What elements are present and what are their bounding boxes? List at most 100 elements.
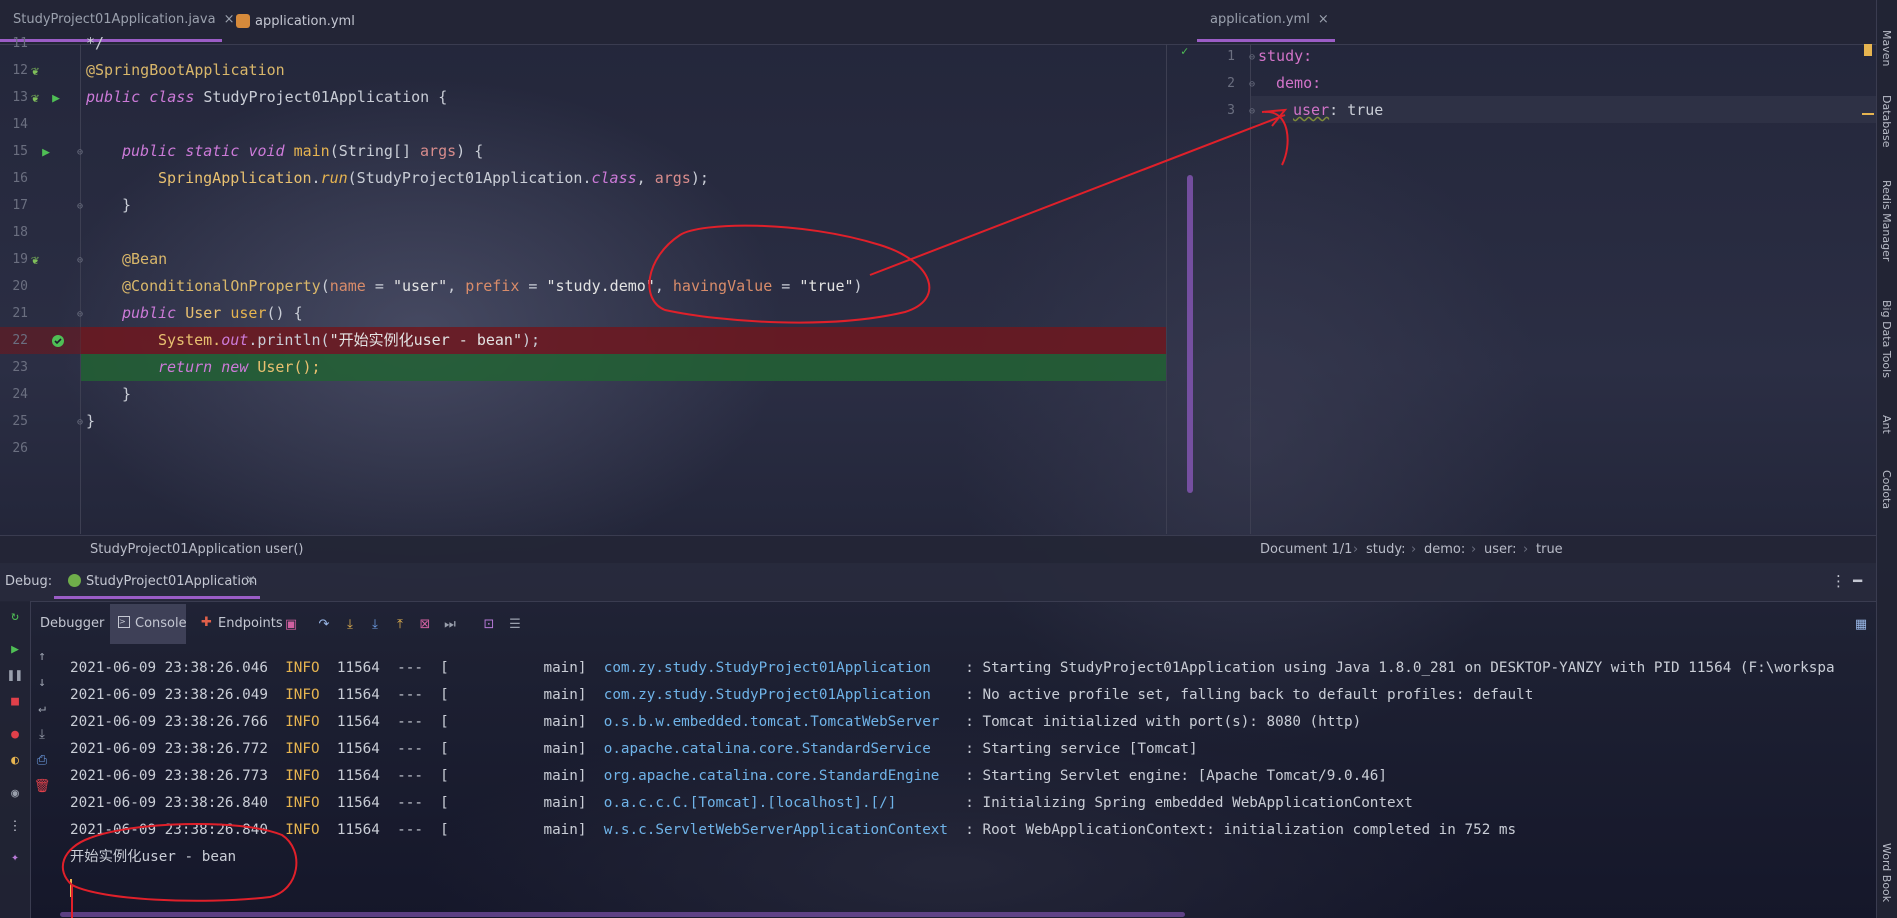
tab-console[interactable]: > Console	[110, 604, 187, 644]
spring-bean-icon[interactable]: ❦	[27, 90, 43, 106]
breadcrumb-yaml-key[interactable]: demo:	[1424, 542, 1465, 557]
line-number: 17	[12, 198, 28, 213]
breadcrumb-class[interactable]: StudyProject01Application	[90, 542, 261, 557]
line-number: 25	[12, 414, 28, 429]
line-number: 14	[12, 117, 28, 132]
debug-session-label: StudyProject01Application	[86, 574, 258, 589]
line-number: 16	[12, 171, 28, 186]
line-number: 26	[12, 441, 28, 456]
yaml-line-3: user: true	[1293, 101, 1384, 119]
tab-yaml-right[interactable]: application.yml ×	[1197, 0, 1335, 42]
breakpoint-verified-icon[interactable]	[50, 333, 66, 349]
code-line-24: }	[122, 385, 132, 403]
tool-database[interactable]: Database	[1880, 95, 1893, 148]
close-icon[interactable]: ×	[1318, 12, 1329, 27]
log-pid: 11564	[336, 768, 380, 784]
line-number: 19	[12, 252, 28, 267]
breadcrumb-yaml-key[interactable]: study:	[1366, 542, 1406, 557]
log-pid: 11564	[336, 660, 380, 676]
fold-icon[interactable]: ⊖	[72, 144, 88, 160]
log-pid: 11564	[336, 822, 380, 838]
console-output[interactable]: 2021-06-09 23:38:26.046 INFO 11564 --- […	[0, 655, 1876, 918]
log-level: INFO	[285, 660, 320, 676]
tool-big-data-tools[interactable]: Big Data Tools	[1880, 300, 1893, 378]
code-line-13: public class StudyProject01Application {	[86, 88, 448, 106]
log-pid: 11564	[336, 687, 380, 703]
fold-icon[interactable]: ⊖	[1244, 76, 1260, 92]
minimize-icon[interactable]: ━	[1853, 572, 1862, 590]
step-over-icon[interactable]: ↷	[316, 616, 332, 632]
fold-icon[interactable]: ⊖	[72, 306, 88, 322]
tool-maven[interactable]: Maven	[1880, 30, 1893, 66]
fold-icon[interactable]: ⊖	[72, 198, 88, 214]
line-number: 3	[1227, 103, 1235, 118]
more-options-icon[interactable]: ⋮	[1831, 572, 1846, 590]
tab-label: Console	[135, 616, 187, 631]
step-out-icon[interactable]: ⤒	[392, 616, 408, 632]
drop-frame-icon[interactable]: ⊠	[417, 616, 433, 632]
log-timestamp: 2021-06-09 23:38:26.773	[70, 768, 268, 784]
tab-label: application.yml	[255, 13, 355, 29]
breadcrumb-document[interactable]: Document 1/1	[1260, 542, 1352, 557]
spring-bean-icon[interactable]: ❦	[27, 252, 43, 268]
breadcrumb-yaml-key[interactable]: user:	[1484, 542, 1517, 557]
tab-debugger[interactable]: Debugger	[34, 604, 104, 644]
debug-session-tab[interactable]: StudyProject01Application ×	[54, 563, 260, 599]
restore-layout-icon[interactable]: ▣	[283, 616, 299, 632]
tab-endpoints[interactable]: ✚ Endpoints	[195, 604, 295, 644]
log-message: : Starting Servlet engine: [Apache Tomca…	[965, 768, 1388, 784]
log-message: : Starting StudyProject01Application usi…	[965, 660, 1835, 676]
tool-ant[interactable]: Ant	[1880, 415, 1893, 434]
console-icon: >	[118, 616, 130, 628]
line-number: 1	[1227, 49, 1235, 64]
log-logger: o.apache.catalina.core.StandardService	[603, 741, 949, 757]
tool-codota[interactable]: Codota	[1880, 470, 1893, 509]
layout-settings-icon[interactable]: ▦	[1853, 616, 1869, 632]
evaluate-expression-icon[interactable]: ⊡	[481, 616, 497, 632]
breadcrumb-bar: StudyProject01Application › user() Docum…	[0, 535, 1876, 564]
breadcrumb-yaml-value[interactable]: true	[1536, 542, 1563, 557]
fold-icon[interactable]: ⊖	[1244, 103, 1260, 119]
log-timestamp: 2021-06-09 23:38:26.840	[70, 795, 268, 811]
run-icon[interactable]: ▶	[38, 144, 54, 160]
breadcrumb-separator: ›	[1353, 542, 1359, 557]
log-separator: ---	[397, 714, 423, 730]
code-line-12: @SpringBootApplication	[86, 61, 285, 79]
console-horizontal-scrollbar[interactable]	[60, 912, 1185, 917]
fold-icon[interactable]: ⊖	[72, 252, 88, 268]
rerun-icon[interactable]: ↻	[7, 608, 23, 624]
log-logger: org.apache.catalina.core.StandardEngine	[603, 768, 949, 784]
tool-word-book[interactable]: Word Book	[1880, 843, 1893, 902]
tab-java-file[interactable]: StudyProject01Application.java ×	[0, 0, 234, 42]
line-number: 21	[12, 306, 28, 321]
yaml-code-editor[interactable]: 1 2 3 ⊖ ⊖ ⊖ study: demo: user: true	[1167, 44, 1876, 534]
editor-tab-bar: StudyProject01Application.java × applica…	[0, 0, 1876, 45]
log-separator: ---	[397, 687, 423, 703]
debug-tabs-toolbar: Debugger > Console ✚ Endpoints ▣ ↷ ⤓ ⤓ ⤒…	[30, 604, 1876, 644]
console-log-line: 2021-06-09 23:38:26.773 INFO 11564 --- […	[70, 763, 1387, 790]
run-icon[interactable]: ▶	[48, 90, 64, 106]
log-thread: [ main]	[440, 687, 587, 703]
line-number: 13	[12, 90, 28, 105]
yaml-file-icon	[236, 14, 250, 28]
spring-bean-icon[interactable]: ❦	[27, 63, 43, 79]
force-step-into-icon[interactable]: ⤓	[367, 616, 383, 632]
code-line-22: System.out.println("开始实例化user - bean");	[158, 331, 541, 349]
step-into-icon[interactable]: ⤓	[342, 616, 358, 632]
code-line-20: @ConditionalOnProperty(name = "user", pr…	[122, 277, 863, 295]
log-level: INFO	[285, 714, 320, 730]
breadcrumb-method[interactable]: user()	[265, 542, 304, 557]
log-message: : Initializing Spring embedded WebApplic…	[965, 795, 1413, 811]
java-code-editor[interactable]: 11 12 13 14 15 16 17 18 19 20 21 22 23 2…	[0, 34, 1166, 534]
console-log-line: 2021-06-09 23:38:26.046 INFO 11564 --- […	[70, 655, 1835, 682]
trace-streams-icon[interactable]: ☰	[507, 616, 523, 632]
line-number: 22	[12, 333, 28, 348]
log-timestamp: 2021-06-09 23:38:26.046	[70, 660, 268, 676]
tool-redis-manager[interactable]: Redis Manager	[1880, 180, 1893, 261]
console-log-line: 2021-06-09 23:38:26.772 INFO 11564 --- […	[70, 736, 1198, 763]
close-icon[interactable]: ×	[245, 573, 256, 588]
run-to-cursor-icon[interactable]: ⏭	[442, 616, 458, 632]
tab-yaml-file[interactable]: application.yml	[228, 0, 378, 42]
log-logger: com.zy.study.StudyProject01Application	[603, 660, 949, 676]
log-separator: ---	[397, 660, 423, 676]
